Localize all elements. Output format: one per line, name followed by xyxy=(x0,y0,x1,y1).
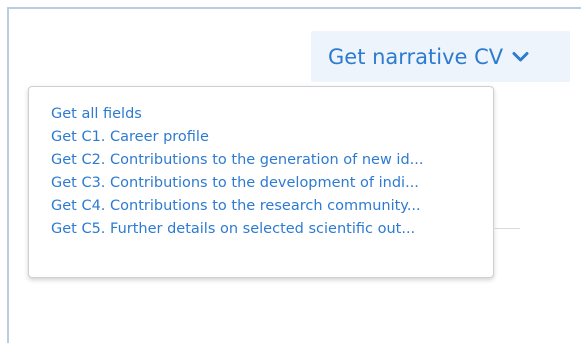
narrative-cv-dropdown-menu: Get all fields Get C1. Career profile Ge… xyxy=(28,86,494,278)
menu-item-get-all-fields[interactable]: Get all fields xyxy=(29,103,493,126)
get-narrative-cv-label: Get narrative CV xyxy=(328,44,504,69)
menu-item-get-c4[interactable]: Get C4. Contributions to the research co… xyxy=(29,195,493,218)
menu-item-get-c5[interactable]: Get C5. Further details on selected scie… xyxy=(29,218,493,241)
get-narrative-cv-button[interactable]: Get narrative CV xyxy=(311,31,570,82)
menu-item-get-c1[interactable]: Get C1. Career profile xyxy=(29,126,493,149)
chevron-down-icon xyxy=(512,51,529,63)
menu-item-get-c3[interactable]: Get C3. Contributions to the development… xyxy=(29,172,493,195)
background-divider xyxy=(495,228,520,229)
menu-item-get-c2[interactable]: Get C2. Contributions to the generation … xyxy=(29,149,493,172)
